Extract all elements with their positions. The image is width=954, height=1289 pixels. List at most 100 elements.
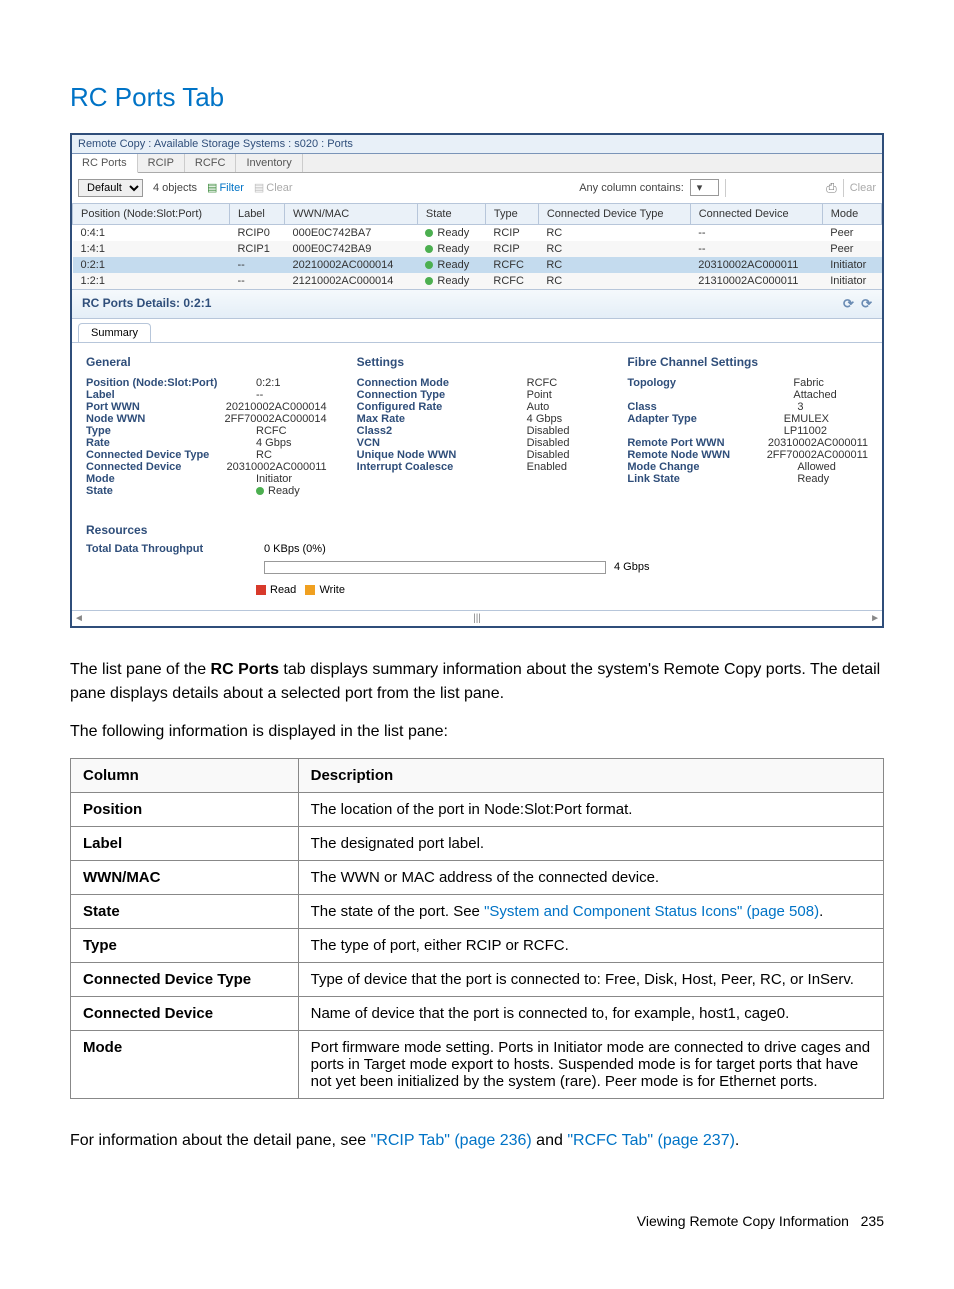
footer-page-number: 235	[861, 1213, 884, 1229]
cell: Ready	[417, 224, 485, 241]
col-connected-device[interactable]: Connected Device	[690, 203, 822, 224]
kv-value: Auto	[527, 401, 550, 413]
table-row[interactable]: 1:4:1RCIP1000E0C742BA9ReadyRCIPRC--Peer	[73, 241, 882, 257]
details-title: RC Ports Details: 0:2:1	[82, 296, 211, 312]
desc-col-text: The WWN or MAC address of the connected …	[298, 860, 883, 894]
desc-col-text: Port firmware mode setting. Ports in Ini…	[298, 1030, 883, 1098]
kv-row: VCNDisabled	[357, 437, 598, 449]
col-mode[interactable]: Mode	[822, 203, 881, 224]
details-header: RC Ports Details: 0:2:1 ⟳ ⟳	[72, 289, 882, 319]
any-column-dropdown[interactable]: ▾	[690, 179, 720, 196]
kv-key: Unique Node WWN	[357, 449, 527, 461]
table-row[interactable]: 0:2:1--20210002AC000014ReadyRCFCRC203100…	[73, 257, 882, 273]
kv-key: Remote Port WWN	[627, 437, 768, 449]
kv-row: StateReady	[86, 485, 327, 497]
page-footer: Viewing Remote Copy Information 235	[70, 1213, 884, 1229]
print-icon[interactable]	[826, 180, 836, 196]
kv-value: 2FF70002AC000011	[767, 449, 868, 461]
cell: RCIP0	[229, 224, 284, 241]
kv-key: Remote Node WWN	[627, 449, 766, 461]
cell: --	[229, 257, 284, 273]
link-rcfc-tab[interactable]: "RCFC Tab" (page 237)	[567, 1132, 735, 1149]
subtab-summary[interactable]: Summary	[78, 323, 151, 342]
object-count: 4 objects	[153, 182, 197, 194]
screenshot-container: Remote Copy : Available Storage Systems …	[70, 133, 884, 628]
status-icon	[425, 229, 433, 237]
col-type[interactable]: Type	[485, 203, 538, 224]
subtab-bar: Summary	[72, 319, 882, 343]
kv-value: Allowed	[797, 461, 836, 473]
cell: 000E0C742BA9	[284, 241, 417, 257]
default-dropdown[interactable]: Default	[78, 179, 143, 197]
desc-col-text: Type of device that the port is connecte…	[298, 962, 883, 996]
col-wwnmac[interactable]: WWN/MAC	[284, 203, 417, 224]
clear-filter-button[interactable]: Clear	[850, 182, 876, 194]
kv-key: Connected Device	[86, 461, 227, 473]
cell: --	[690, 224, 822, 241]
desc-col-text: The location of the port in Node:Slot:Po…	[298, 792, 883, 826]
cell: RCFC	[485, 273, 538, 289]
kv-key: Adapter Type	[627, 413, 783, 437]
kv-value: 20310002AC000011	[227, 461, 327, 473]
kv-value: --	[256, 389, 263, 401]
scroll-bar[interactable]: ◄|||►	[72, 610, 882, 626]
desc-row: TypeThe type of port, either RCIP or RCF…	[71, 928, 884, 962]
kv-value: Disabled	[527, 425, 570, 437]
link-rcip-tab[interactable]: "RCIP Tab" (page 236)	[371, 1132, 532, 1149]
cell: Initiator	[822, 273, 881, 289]
list-table: Position (Node:Slot:Port) Label WWN/MAC …	[72, 203, 882, 289]
desc-row: Connected DeviceName of device that the …	[71, 996, 884, 1030]
cell: 0:4:1	[73, 224, 230, 241]
cell: RC	[538, 273, 690, 289]
kv-value: 0:2:1	[256, 377, 280, 389]
desc-col-name: Connected Device Type	[71, 962, 299, 996]
desc-col-name: Mode	[71, 1030, 299, 1098]
kv-row: Class3	[627, 401, 868, 413]
kv-row: Adapter TypeEMULEX LP11002	[627, 413, 868, 437]
table-row[interactable]: 0:4:1RCIP0000E0C742BA7ReadyRCIPRC--Peer	[73, 224, 882, 241]
status-icon	[425, 245, 433, 253]
refresh-icons[interactable]: ⟳ ⟳	[843, 296, 872, 312]
kv-row: Max Rate4 Gbps	[357, 413, 598, 425]
kv-key: Class2	[357, 425, 527, 437]
clear-button[interactable]: Clear	[254, 181, 293, 194]
kv-row: Mode ChangeAllowed	[627, 461, 868, 473]
kv-value: Point	[527, 389, 552, 401]
kv-row: Connected Device TypeRC	[86, 449, 327, 461]
kv-row: Connected Device20310002AC000011	[86, 461, 327, 473]
kv-row: Interrupt CoalesceEnabled	[357, 461, 598, 473]
kv-row: Connection ModeRCFC	[357, 377, 598, 389]
kv-key: Mode Change	[627, 461, 797, 473]
tab-rcip[interactable]: RCIP	[138, 154, 185, 172]
tab-inventory[interactable]: Inventory	[236, 154, 302, 172]
kv-key: Type	[86, 425, 256, 437]
kv-key: Rate	[86, 437, 256, 449]
kv-key: Mode	[86, 473, 256, 485]
kv-row: Rate4 Gbps	[86, 437, 327, 449]
desc-header-description: Description	[298, 758, 883, 792]
desc-row: ModePort firmware mode setting. Ports in…	[71, 1030, 884, 1098]
cell: 0:2:1	[73, 257, 230, 273]
kv-key: Connected Device Type	[86, 449, 256, 461]
filter-button[interactable]: Filter	[207, 181, 244, 194]
tab-rcfc[interactable]: RCFC	[185, 154, 237, 172]
fibre-heading: Fibre Channel Settings	[627, 355, 868, 369]
kv-key: Configured Rate	[357, 401, 527, 413]
kv-row: Unique Node WWNDisabled	[357, 449, 598, 461]
tab-rc-ports[interactable]: RC Ports	[72, 154, 138, 173]
desc-row: Connected Device TypeType of device that…	[71, 962, 884, 996]
kv-value: Fabric Attached	[793, 377, 868, 401]
col-connected-device-type[interactable]: Connected Device Type	[538, 203, 690, 224]
desc-col-name: WWN/MAC	[71, 860, 299, 894]
doc-link[interactable]: "System and Component Status Icons" (pag…	[484, 903, 819, 920]
paragraph-2: The following information is displayed i…	[70, 720, 884, 744]
kv-key: VCN	[357, 437, 527, 449]
desc-col-name: Connected Device	[71, 996, 299, 1030]
legend-read: Read	[270, 584, 296, 596]
table-row[interactable]: 1:2:1--21210002AC000014ReadyRCFCRC213100…	[73, 273, 882, 289]
col-state[interactable]: State	[417, 203, 485, 224]
col-position[interactable]: Position (Node:Slot:Port)	[73, 203, 230, 224]
col-label[interactable]: Label	[229, 203, 284, 224]
clear-icon	[254, 182, 266, 194]
kv-value: Disabled	[527, 437, 570, 449]
